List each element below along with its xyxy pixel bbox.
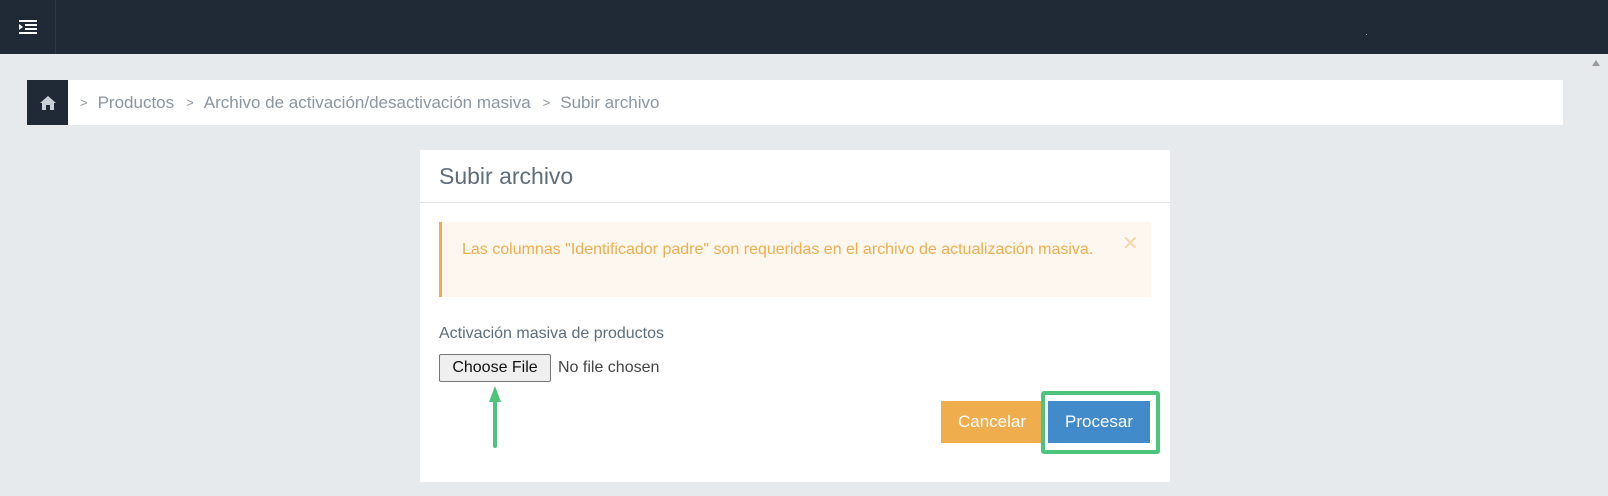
panel-header: Subir archivo bbox=[420, 150, 1170, 203]
breadcrumb-item-productos[interactable]: Productos bbox=[98, 93, 175, 113]
navbar-dot bbox=[1366, 34, 1367, 35]
file-status-text: No file chosen bbox=[558, 359, 660, 376]
upload-panel: Subir archivo Las columnas "Identificado… bbox=[420, 150, 1170, 482]
scroll-up-arrow[interactable] bbox=[1592, 60, 1600, 66]
choose-file-button[interactable]: Choose File bbox=[439, 354, 551, 382]
page-title: Subir archivo bbox=[439, 162, 574, 189]
breadcrumb-item-subir-archivo: Subir archivo bbox=[560, 92, 660, 112]
arrow-up-icon bbox=[489, 386, 501, 448]
chevron-right-icon: > bbox=[80, 95, 88, 110]
breadcrumb-item-archivo[interactable]: Archivo de activación/desactivación masi… bbox=[204, 93, 531, 113]
chevron-right-icon: > bbox=[542, 95, 551, 110]
home-button[interactable] bbox=[27, 80, 68, 125]
home-icon bbox=[39, 95, 56, 110]
sidebar-toggle-button[interactable] bbox=[0, 0, 56, 54]
list-menu-icon bbox=[18, 20, 37, 34]
close-icon[interactable]: ✕ bbox=[1122, 234, 1139, 254]
top-navbar bbox=[0, 0, 1608, 54]
process-button-highlight bbox=[1041, 391, 1160, 454]
chevron-right-icon: > bbox=[186, 95, 194, 110]
cancel-button[interactable]: Cancelar bbox=[941, 401, 1043, 443]
alert-message: Las columnas "Identificador padre" son r… bbox=[462, 241, 1094, 258]
file-field-label: Activación masiva de productos bbox=[439, 325, 664, 342]
breadcrumb: > Productos > Archivo de activación/desa… bbox=[27, 80, 1563, 125]
warning-alert: Las columnas "Identificador padre" son r… bbox=[439, 222, 1151, 297]
